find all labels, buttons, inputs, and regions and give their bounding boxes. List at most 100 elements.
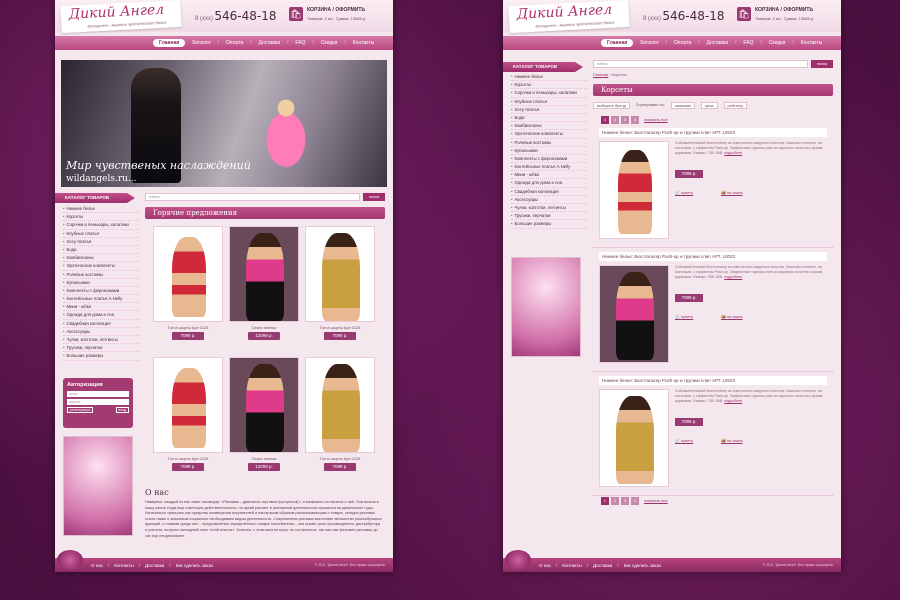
cart-widget[interactable]: 🛍 КОРЗИНА / ОФОРМИТЬ Товаров: 3 шт. Сумм…: [737, 6, 837, 26]
catalog-item[interactable]: Комплекты с ферономами: [63, 287, 139, 296]
product-card[interactable]: Топ и шорты Арт 0124 7099 р.: [153, 357, 223, 477]
footer-link-howto[interactable]: Как сделать заказ: [624, 563, 661, 568]
catalog-item[interactable]: Ролевые костюмы: [511, 139, 587, 147]
catalog-item[interactable]: Трусики, перчатки: [63, 344, 139, 353]
product-title[interactable]: Нижнее белье: Бюстгальтер Push-up и трус…: [599, 128, 827, 137]
page-link[interactable]: 4: [631, 116, 639, 124]
product-image[interactable]: [305, 226, 375, 322]
footer-link-delivery[interactable]: Доставка: [145, 563, 164, 568]
product-image[interactable]: [305, 357, 375, 453]
catalog-item[interactable]: Большие размеры: [511, 220, 587, 229]
catalog-item[interactable]: Аксессуары: [511, 196, 587, 204]
show-all-link[interactable]: показать все: [644, 116, 668, 124]
product-name[interactable]: Топ и шорты Арт 0124: [153, 456, 223, 461]
catalog-item[interactable]: Эротические комплекты: [511, 130, 587, 139]
catalog-item[interactable]: Свадебная коллекция: [511, 188, 587, 196]
catalog-item[interactable]: Secy-платья: [63, 238, 139, 246]
catalog-item[interactable]: Нижнее белье: [63, 205, 139, 214]
product-image[interactable]: [229, 357, 299, 453]
buy-button[interactable]: купить: [675, 314, 693, 319]
nav-faq[interactable]: FAQ: [743, 40, 753, 46]
product-card[interactable]: Топ и шорты Арт 0124 7099 р.: [305, 357, 375, 477]
product-title[interactable]: Нижнее белье: Бюстгальтер Push-up и трус…: [599, 376, 827, 385]
catalog-item[interactable]: Комплекты с ферономами: [511, 155, 587, 164]
password-input[interactable]: пароль: [67, 399, 129, 405]
nav-discounts[interactable]: Скидки: [321, 40, 338, 46]
logo[interactable]: Дикий Ангел Интернет - магазин эротическ…: [60, 0, 182, 34]
catalog-item[interactable]: Клубные платья: [511, 98, 587, 106]
nav-faq[interactable]: FAQ: [295, 40, 305, 46]
nav-contacts[interactable]: Контакты: [353, 40, 375, 46]
nav-delivery[interactable]: Доставка: [707, 40, 728, 46]
show-all-link[interactable]: показать все: [644, 497, 668, 505]
nav-discounts[interactable]: Скидки: [769, 40, 786, 46]
catalog-item[interactable]: Купальники: [511, 147, 587, 155]
more-link[interactable]: подробнее: [724, 399, 742, 403]
nav-payment[interactable]: Оплата: [674, 40, 691, 46]
buy-button[interactable]: купить: [675, 190, 693, 195]
nav-delivery[interactable]: Доставка: [259, 40, 280, 46]
search-input[interactable]: найти: [593, 60, 808, 68]
catalog-item[interactable]: Secy-платья: [511, 106, 587, 114]
catalog-item[interactable]: Трусики, перчатки: [511, 212, 587, 221]
cart-widget[interactable]: 🛍 КОРЗИНА / ОФОРМИТЬ Товаров: 3 шт. Сумм…: [289, 6, 389, 26]
product-image[interactable]: [599, 265, 669, 363]
catalog-item[interactable]: Чулки, колготки, леггинсы: [63, 336, 139, 345]
login-input[interactable]: логин: [67, 391, 129, 397]
search-button[interactable]: поиск: [363, 193, 385, 201]
product-name[interactable]: Топ и шорты Арт 0124: [153, 325, 223, 330]
product-name[interactable]: Секси платья: [229, 325, 299, 330]
order-button[interactable]: на заказ: [721, 438, 742, 443]
cart-icon[interactable]: 🛍: [737, 7, 751, 21]
product-image[interactable]: [153, 357, 223, 453]
catalog-item[interactable]: Мини - юбки: [63, 303, 139, 312]
catalog-item[interactable]: Комбинезоны: [511, 122, 587, 131]
product-name[interactable]: Топ и шорты Арт 0124: [305, 456, 375, 461]
login-button[interactable]: вход: [115, 407, 129, 413]
catalog-item[interactable]: Боди: [63, 246, 139, 255]
footer-link-about[interactable]: О нас: [539, 563, 551, 568]
buy-button[interactable]: купить: [675, 438, 693, 443]
page-link[interactable]: 1: [601, 497, 609, 505]
catalog-item[interactable]: Чулки, колготки, леггинсы: [511, 204, 587, 213]
more-link[interactable]: подробнее: [724, 275, 742, 279]
footer-link-howto[interactable]: Как сделать заказ: [176, 563, 213, 568]
page-link[interactable]: 1: [601, 116, 609, 124]
product-card[interactable]: Топ и шорты Арт 0124 7099 р.: [305, 226, 375, 346]
page-link[interactable]: 3: [621, 497, 629, 505]
catalog-item[interactable]: Коктейльные платья A.Nelly: [63, 295, 139, 304]
cart-title[interactable]: КОРЗИНА / ОФОРМИТЬ: [307, 7, 365, 13]
nav-catalog[interactable]: Каталог: [640, 40, 658, 46]
catalog-item[interactable]: Купальники: [63, 279, 139, 287]
product-name[interactable]: Секси платья: [229, 456, 299, 461]
search-input[interactable]: найти: [145, 193, 360, 201]
order-button[interactable]: на заказ: [721, 314, 742, 319]
sort-price-select[interactable]: цена: [701, 101, 718, 109]
product-image[interactable]: [599, 141, 669, 239]
nav-payment[interactable]: Оплата: [226, 40, 243, 46]
page-link[interactable]: 2: [611, 116, 619, 124]
catalog-item[interactable]: Ролевые костюмы: [63, 271, 139, 279]
product-card[interactable]: Секси платья 12099 р.: [229, 226, 299, 346]
cart-icon[interactable]: 🛍: [289, 7, 303, 21]
catalog-item[interactable]: Корсеты: [63, 213, 139, 222]
catalog-item[interactable]: Большие размеры: [63, 352, 139, 361]
catalog-item[interactable]: Одежда для дома и сна: [63, 311, 139, 320]
search-button[interactable]: поиск: [811, 60, 833, 68]
catalog-item[interactable]: Эротические комплекты: [63, 262, 139, 271]
catalog-item[interactable]: Аксессуары: [63, 328, 139, 336]
product-image[interactable]: [599, 389, 669, 487]
catalog-item[interactable]: Боди: [511, 114, 587, 123]
footer-link-delivery[interactable]: Доставка: [593, 563, 612, 568]
order-button[interactable]: на заказ: [721, 190, 742, 195]
nav-contacts[interactable]: Контакты: [801, 40, 823, 46]
catalog-item[interactable]: Комбинезоны: [63, 254, 139, 263]
product-image[interactable]: [229, 226, 299, 322]
sort-rating-select[interactable]: рейтингу: [723, 101, 748, 109]
product-image[interactable]: [153, 226, 223, 322]
catalog-item[interactable]: Свадебная коллекция: [63, 320, 139, 328]
catalog-item[interactable]: Коктейльные платья A.Nelly: [511, 163, 587, 172]
footer-link-contacts[interactable]: Контакты: [562, 563, 581, 568]
page-link[interactable]: 4: [631, 497, 639, 505]
product-card[interactable]: Топ и шорты Арт 0124 7099 р.: [153, 226, 223, 346]
